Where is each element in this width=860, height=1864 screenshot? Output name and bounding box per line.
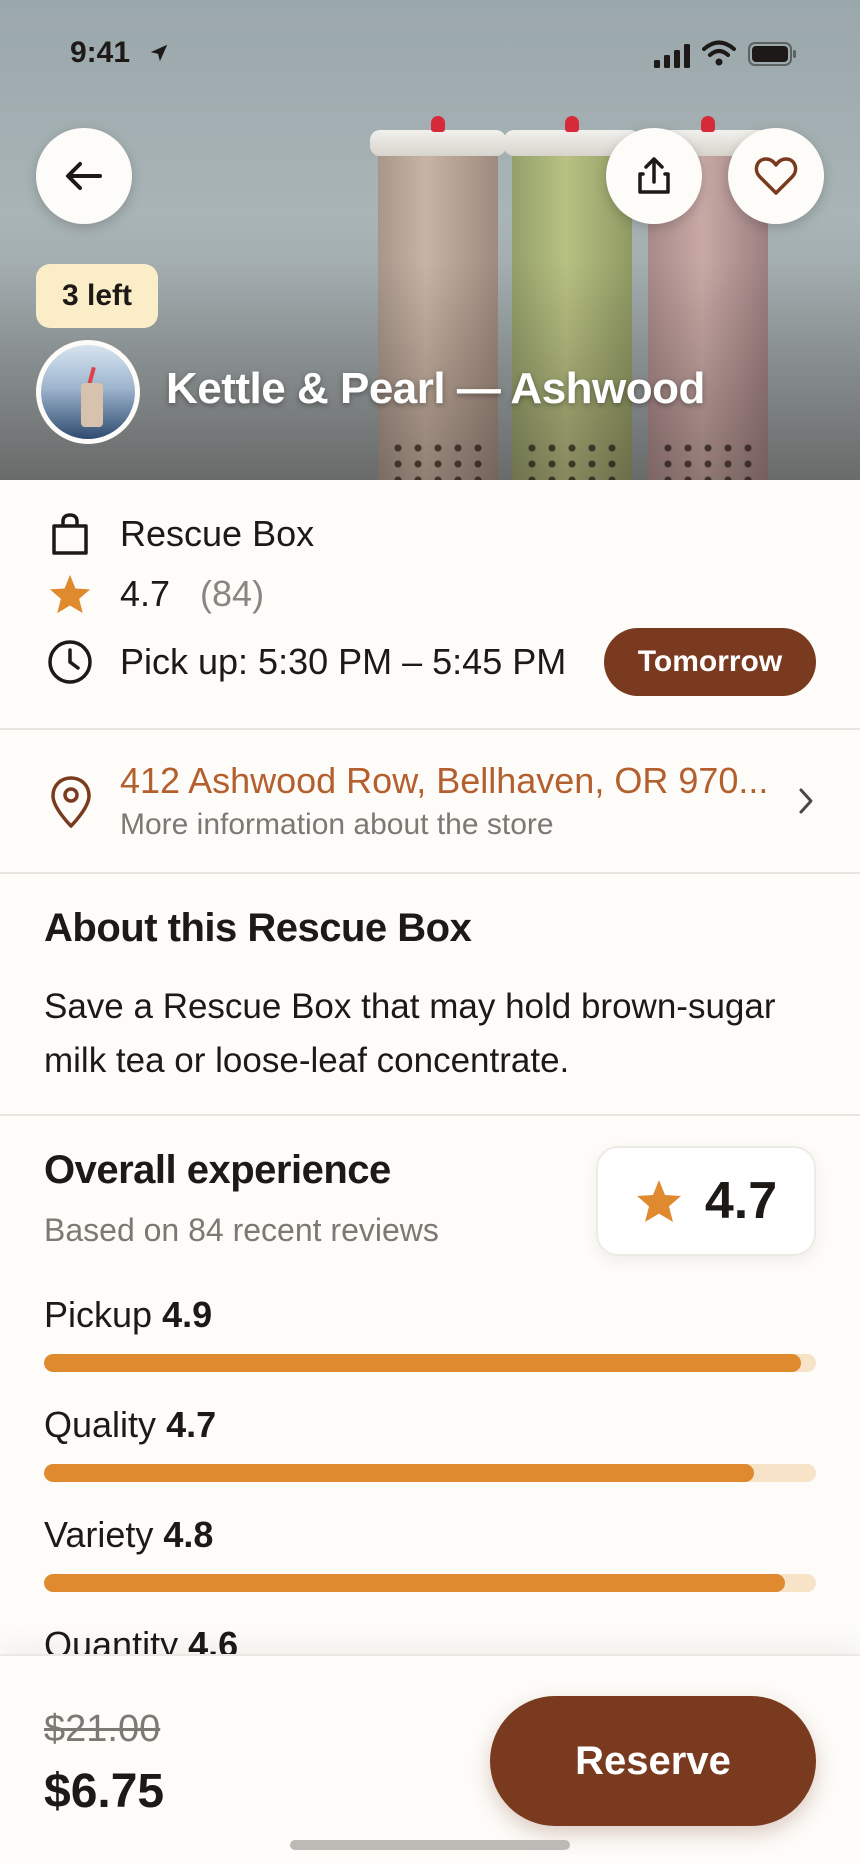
back-arrow-icon [66, 162, 102, 190]
store-address-row[interactable]: 412 Ashwood Row, Bellhaven, OR 970... Mo… [0, 730, 860, 874]
heart-icon [754, 157, 798, 195]
original-price: $21.00 [44, 1708, 161, 1750]
signal-icon [654, 44, 690, 68]
bag-icon [44, 508, 96, 560]
wifi-icon [702, 40, 736, 66]
share-icon [638, 157, 670, 194]
about-section: About this Rescue Box Save a Rescue Box … [0, 874, 860, 1116]
overall-score-card: 4.7 [596, 1146, 816, 1256]
metric-quality: Quality 4.7 [44, 1404, 816, 1482]
hero-image: 9:41 3 left Kettle & Pearl — Ashwood [0, 0, 860, 480]
metric-quantity: Quantity 4.6 [44, 1624, 816, 1656]
rating-count: (84) [200, 573, 265, 614]
pickup-day-badge: Tomorrow [604, 628, 816, 696]
home-indicator[interactable] [290, 1840, 570, 1850]
experience-subtitle: Based on 84 recent reviews [44, 1212, 439, 1248]
favorite-button[interactable] [728, 128, 824, 224]
stock-badge: 3 left [36, 264, 159, 328]
clock-icon [44, 636, 96, 688]
share-button[interactable] [606, 128, 702, 224]
experience-section: Overall experience Based on 84 recent re… [0, 1116, 860, 1656]
metric-label: Variety 4.8 [44, 1514, 214, 1555]
chevron-right-icon [799, 788, 813, 814]
address-link[interactable]: 412 Ashwood Row, Bellhaven, OR 970... [120, 760, 780, 802]
reserve-button[interactable]: Reserve [490, 1696, 816, 1826]
overall-score: 4.7 [704, 1172, 778, 1230]
status-bar: 9:41 [0, 0, 860, 110]
metric-label: Quantity 4.6 [44, 1624, 239, 1656]
metric-pickup: Pickup 4.9 [44, 1294, 816, 1372]
pickup-row: Pick up: 5:30 PM – 5:45 PM [44, 636, 566, 688]
map-pin-icon [51, 776, 91, 828]
back-button[interactable] [36, 128, 132, 224]
store-info-hint: More information about the store [120, 808, 554, 841]
box-type-row: Rescue Box [44, 508, 314, 560]
metric-bar [44, 1354, 816, 1372]
box-info-section: Rescue Box 4.7 (84) Pick up: 5:30 PM – 5… [0, 480, 860, 730]
pickup-window: Pick up: 5:30 PM – 5:45 PM [120, 641, 567, 682]
metric-label: Quality 4.7 [44, 1404, 217, 1445]
about-title: About this Rescue Box [44, 906, 472, 950]
experience-title: Overall experience [44, 1148, 391, 1192]
about-body: Save a Rescue Box that may hold brown-su… [44, 987, 776, 1080]
box-name: Rescue Box [120, 513, 315, 554]
star-icon [44, 568, 96, 620]
rating-row: 4.7 (84) [44, 568, 264, 620]
battery-icon [748, 42, 796, 66]
store-name: Kettle & Pearl — Ashwood [166, 364, 705, 413]
store-avatar [36, 340, 140, 444]
star-icon [636, 1180, 681, 1222]
status-time: 9:41 [70, 36, 131, 69]
metric-variety: Variety 4.8 [44, 1514, 816, 1592]
metric-bar [44, 1464, 816, 1482]
rating-value: 4.7 [120, 573, 171, 614]
metric-bar [44, 1574, 816, 1592]
metric-label: Pickup 4.9 [44, 1294, 213, 1335]
location-arrow-icon [150, 44, 168, 62]
checkout-bar: $21.00 $6.75 Reserve [0, 1654, 860, 1864]
current-price: $6.75 [44, 1765, 165, 1818]
